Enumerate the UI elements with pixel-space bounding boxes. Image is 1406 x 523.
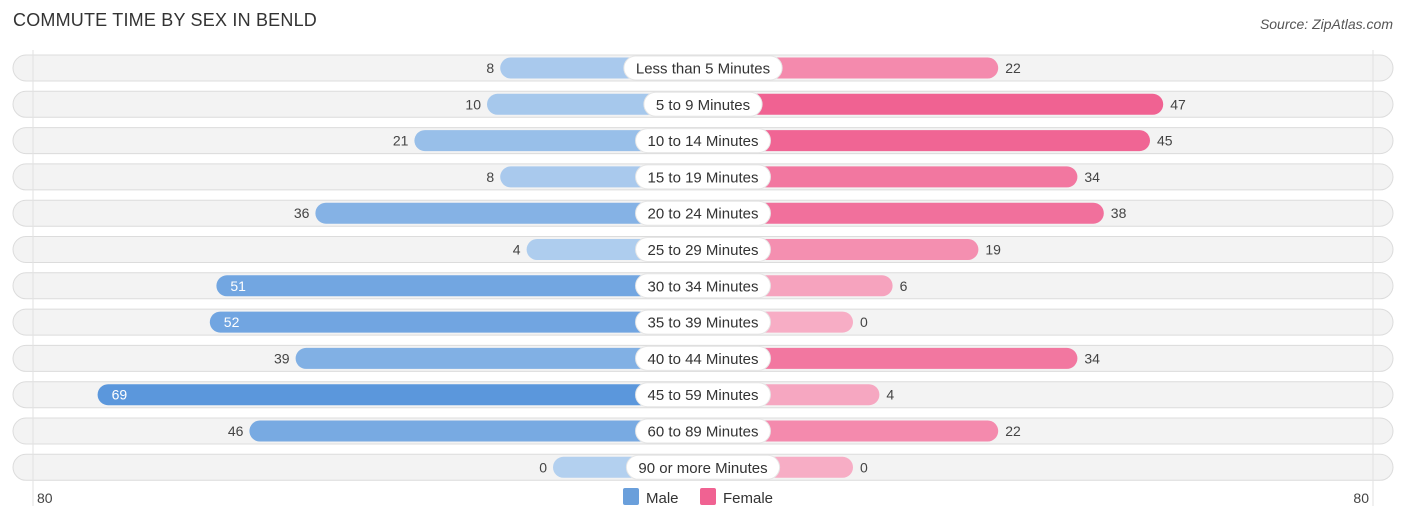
value-label-male: 21: [393, 133, 409, 149]
value-label-female: 4: [886, 387, 894, 403]
value-label-female: 22: [1005, 423, 1021, 439]
value-label-male: 52: [224, 314, 240, 330]
category-label: 20 to 24 Minutes: [648, 206, 759, 223]
value-label-male: 39: [274, 350, 290, 366]
bar-male: [97, 384, 704, 406]
chart-row: 0 0 90 or more Minutes: [12, 453, 1394, 481]
value-label-male: 36: [294, 205, 310, 221]
chart-row: 21 45 10 to 14 Minutes: [12, 127, 1394, 155]
chart-row: 39 34 40 to 44 Minutes: [12, 344, 1394, 372]
value-label-female: 0: [860, 459, 868, 475]
axis-label-left: 80: [37, 490, 53, 506]
value-label-male: 0: [539, 459, 547, 475]
chart-row: 46 22 60 to 89 Minutes: [12, 417, 1394, 445]
category-label: 45 to 59 Minutes: [648, 387, 759, 404]
legend-swatch-male: [623, 488, 639, 505]
category-label: 5 to 9 Minutes: [656, 97, 750, 114]
legend-label-female: Female: [723, 490, 773, 507]
category-label: 35 to 39 Minutes: [648, 315, 759, 332]
legend-swatch-female: [700, 488, 716, 505]
chart-row: 51 6 30 to 34 Minutes: [12, 272, 1394, 300]
value-label-female: 6: [900, 278, 908, 294]
value-label-female: 34: [1084, 350, 1100, 366]
value-label-female: 19: [985, 242, 1001, 258]
legend: Male Female: [623, 488, 773, 507]
chart-row: 8 34 15 to 19 Minutes: [12, 163, 1394, 191]
chart-row: 10 47 5 to 9 Minutes: [12, 90, 1394, 118]
legend-label-male: Male: [646, 490, 679, 507]
bar-male: [216, 275, 703, 297]
chart-row: 4 19 25 to 29 Minutes: [12, 236, 1394, 263]
chart-row: 36 38 20 to 24 Minutes: [12, 199, 1394, 227]
chart-row: 52 0 35 to 39 Minutes: [12, 308, 1394, 336]
value-label-female: 38: [1111, 205, 1127, 221]
value-label-male: 69: [112, 387, 128, 403]
axis-label-right: 80: [1353, 490, 1369, 506]
value-label-male: 46: [228, 423, 244, 439]
category-label: 10 to 14 Minutes: [648, 133, 759, 150]
category-label: 60 to 89 Minutes: [648, 424, 759, 441]
category-label: Less than 5 Minutes: [636, 61, 770, 78]
value-label-male: 8: [486, 60, 494, 76]
value-label-female: 45: [1157, 133, 1173, 149]
category-label: 40 to 44 Minutes: [648, 351, 759, 368]
chart-row: 69 4 45 to 59 Minutes: [12, 381, 1394, 409]
category-label: 15 to 19 Minutes: [648, 169, 759, 186]
chart-row: 8 22 Less than 5 Minutes: [12, 54, 1394, 82]
category-label: 90 or more Minutes: [638, 460, 767, 477]
value-label-male: 51: [230, 278, 246, 294]
value-label-male: 8: [486, 169, 494, 185]
value-label-female: 47: [1170, 96, 1186, 112]
category-label: 25 to 29 Minutes: [648, 242, 759, 259]
bar-female: [703, 93, 1164, 115]
value-label-female: 34: [1084, 169, 1100, 185]
value-label-male: 4: [513, 242, 521, 258]
value-label-female: 0: [860, 314, 868, 330]
value-label-female: 22: [1005, 60, 1021, 76]
category-label: 30 to 34 Minutes: [648, 278, 759, 295]
chart: 8 22 Less than 5 Minutes 10 47 5 to 9 Minutes…: [12, 50, 1394, 507]
value-label-male: 10: [465, 96, 481, 112]
bar-male: [209, 311, 704, 333]
bar-male: [249, 420, 703, 442]
